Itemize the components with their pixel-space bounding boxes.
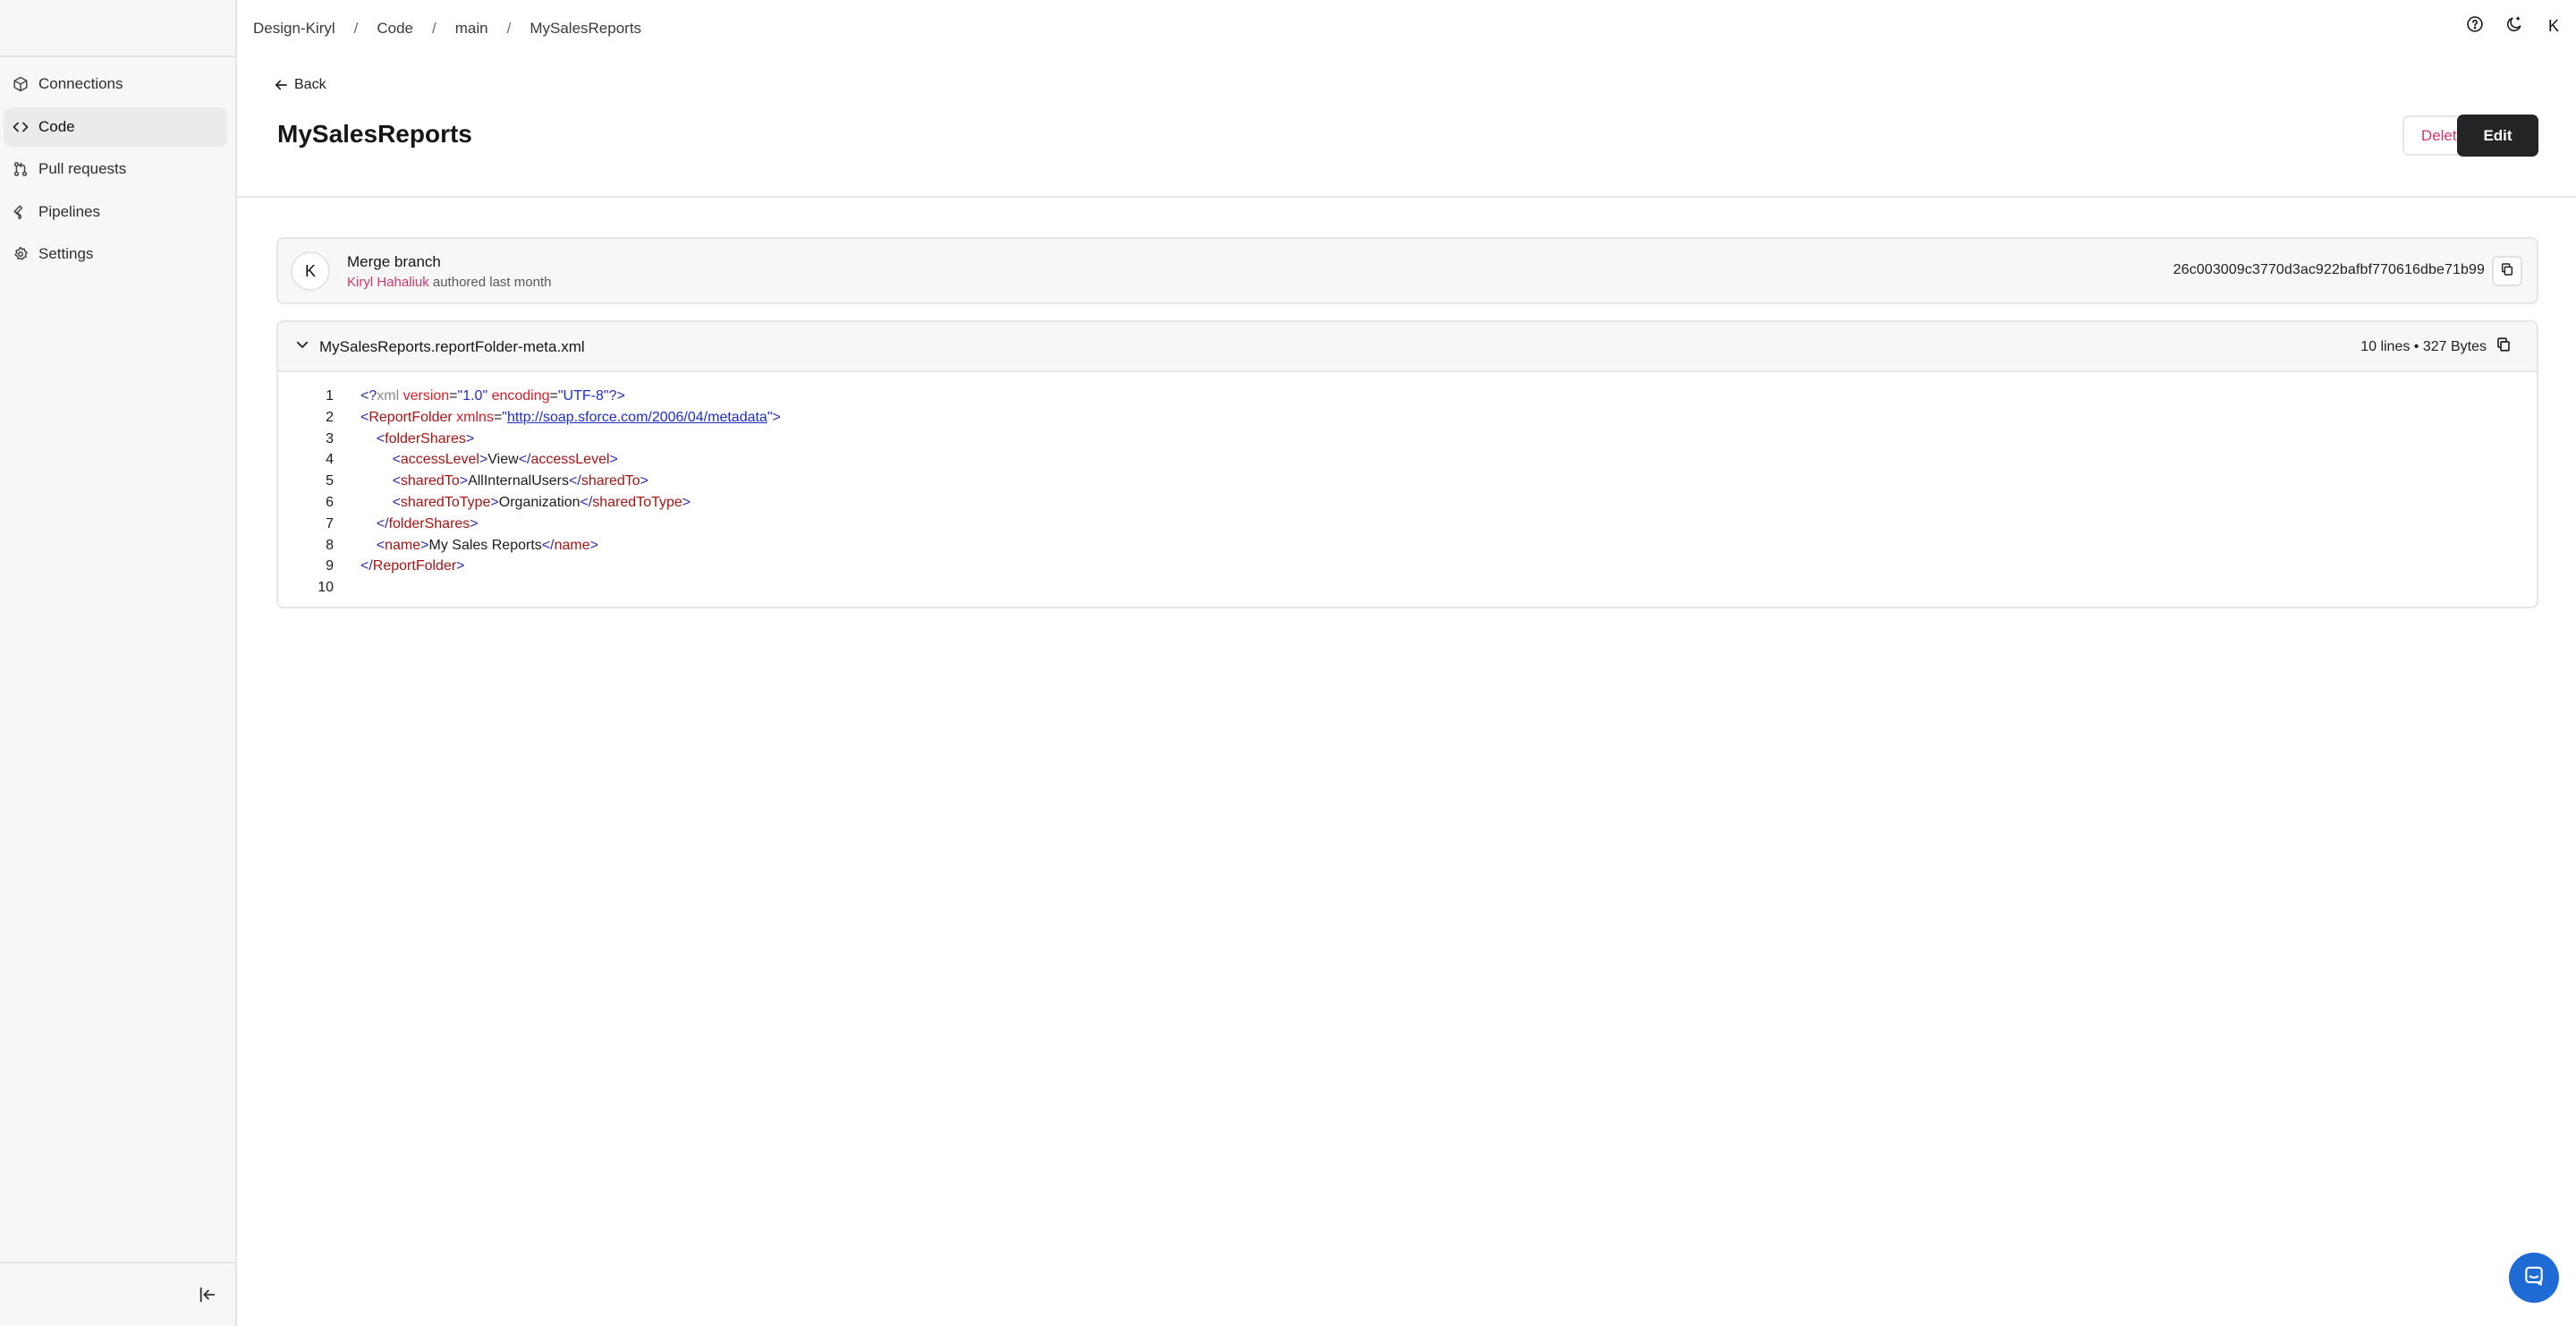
breadcrumb-separator: / — [353, 20, 359, 37]
sidebar-footer — [0, 1262, 235, 1326]
line-number: 10 — [318, 580, 334, 596]
code-line: 10 — [278, 577, 2537, 599]
line-number: 8 — [326, 537, 334, 553]
help-button[interactable] — [2462, 13, 2488, 39]
sidebar-item-pipelines[interactable]: Pipelines — [4, 192, 227, 232]
sidebar-item-label: Code — [38, 117, 75, 135]
chat-launcher-button[interactable] — [2509, 1253, 2559, 1303]
cube-icon — [11, 74, 30, 94]
sidebar-item-label: Connections — [38, 75, 123, 92]
file-header: MySalesReports.reportFolder-meta.xml 10 … — [278, 322, 2537, 372]
collapse-sidebar-button[interactable] — [196, 1285, 219, 1308]
code-text: <sharedToType>Organization</sharedToType… — [392, 494, 691, 510]
arrow-left-icon — [273, 77, 289, 93]
file-name: MySalesReports.reportFolder-meta.xml — [319, 338, 585, 355]
sidebar-nav: Connections Code Pull requests Pipelines… — [0, 57, 235, 274]
commit-card: K Merge branch Kiryl Hahaliuk authored l… — [276, 237, 2538, 304]
line-number: 7 — [326, 515, 334, 531]
code-text: <folderShares> — [376, 430, 475, 446]
user-avatar-button[interactable]: K — [2540, 13, 2567, 39]
copy-icon — [2496, 336, 2512, 357]
sidebar-item-label: Settings — [38, 245, 94, 262]
chevron-down-icon — [294, 336, 310, 357]
code-line: 7 </folderShares> — [278, 514, 2537, 535]
sidebar-item-connections[interactable]: Connections — [4, 64, 227, 104]
sidebar-header — [0, 0, 235, 57]
code-line: 5 <sharedTo>AllInternalUsers</sharedTo> — [278, 471, 2537, 492]
code-text: <ReportFolder xmlns="http://soap.sforce.… — [360, 409, 781, 425]
breadcrumb-item-code[interactable]: Code — [377, 20, 413, 38]
code-line: 9 </ReportFolder> — [278, 556, 2537, 577]
copy-icon — [2500, 262, 2514, 281]
moon-icon — [2505, 15, 2523, 38]
code-text: <sharedTo>AllInternalUsers</sharedTo> — [392, 473, 648, 489]
line-number: 6 — [326, 494, 334, 510]
file-stats: 10 lines • 327 Bytes — [2360, 339, 2487, 354]
breadcrumb-item-current: MySalesReports — [530, 20, 642, 37]
sidebar-item-label: Pull requests — [38, 160, 127, 177]
code-line: 2 <ReportFolder xmlns="http://soap.sforc… — [278, 407, 2537, 429]
collapse-sidebar-icon — [198, 1285, 217, 1309]
collapse-file-button[interactable] — [292, 336, 312, 356]
edit-button[interactable]: Edit — [2457, 115, 2538, 157]
line-number: 1 — [326, 388, 334, 404]
topbar-actions: K — [2449, 13, 2567, 39]
commit-meta: Kiryl Hahaliuk authored last month — [347, 275, 551, 290]
code-line: 8 <name>My Sales Reports</name> — [278, 535, 2537, 557]
breadcrumb-separator: / — [506, 20, 512, 37]
commit-author-link[interactable]: Kiryl Hahaliuk — [347, 275, 429, 290]
code-text: <name>My Sales Reports</name> — [376, 537, 598, 553]
breadcrumb-item-workspace[interactable]: Design-Kiryl — [253, 20, 335, 38]
avatar: K — [2547, 16, 2559, 35]
line-number: 9 — [326, 558, 334, 574]
code-line: 4 <accessLevel>View</accessLevel> — [278, 449, 2537, 471]
code-line: 3 <folderShares> — [278, 429, 2537, 450]
code-text: <accessLevel>View</accessLevel> — [392, 452, 618, 468]
code-text: <?xml version="1.0" encoding="UTF-8"?> — [360, 388, 625, 404]
commit-hash: 26c003009c3770d3ac922bafbf770616dbe71b99 — [2173, 262, 2485, 277]
topbar: Design-Kiryl / Code / main / MySalesRepo… — [237, 0, 2576, 57]
pull-request-icon — [11, 159, 30, 179]
code-text: </folderShares> — [376, 515, 479, 531]
code-icon — [11, 117, 30, 137]
sidebar: Connections Code Pull requests Pipelines… — [0, 0, 237, 1326]
wrench-icon — [11, 202, 30, 222]
line-number: 3 — [326, 430, 334, 446]
page-header: Back MySalesReports Delete Edit — [237, 57, 2576, 198]
copy-hash-button[interactable] — [2492, 256, 2522, 286]
back-button[interactable]: Back — [273, 77, 326, 93]
sidebar-item-pull-requests[interactable]: Pull requests — [4, 149, 227, 189]
commit-meta-text: authored last month — [432, 275, 552, 290]
line-number: 5 — [326, 473, 334, 489]
breadcrumb-item-branch[interactable]: main — [455, 20, 488, 38]
chat-icon — [2522, 1264, 2546, 1292]
help-icon — [2466, 15, 2484, 38]
commit-message: Merge branch — [347, 253, 441, 270]
sidebar-item-settings[interactable]: Settings — [4, 234, 227, 274]
sidebar-item-code[interactable]: Code — [4, 106, 227, 147]
theme-toggle-button[interactable] — [2501, 13, 2528, 39]
file-viewer: MySalesReports.reportFolder-meta.xml 10 … — [276, 320, 2538, 608]
code-line: 6 <sharedToType>Organization</sharedToTy… — [278, 492, 2537, 514]
copy-file-button[interactable] — [2488, 331, 2519, 361]
gear-icon — [11, 244, 30, 264]
breadcrumb-separator: / — [432, 20, 436, 37]
code-block: 1 <?xml version="1.0" encoding="UTF-8"?>… — [278, 372, 2537, 599]
back-label: Back — [294, 77, 326, 92]
sidebar-item-label: Pipelines — [38, 202, 100, 220]
line-number: 2 — [326, 409, 334, 425]
line-number: 4 — [326, 452, 334, 468]
avatar: K — [291, 251, 330, 291]
breadcrumb: Design-Kiryl / Code / main / MySalesRepo… — [253, 20, 641, 38]
code-line: 1 <?xml version="1.0" encoding="UTF-8"?> — [278, 386, 2537, 407]
page-title: MySalesReports — [277, 120, 472, 148]
code-text: </ReportFolder> — [360, 558, 465, 574]
